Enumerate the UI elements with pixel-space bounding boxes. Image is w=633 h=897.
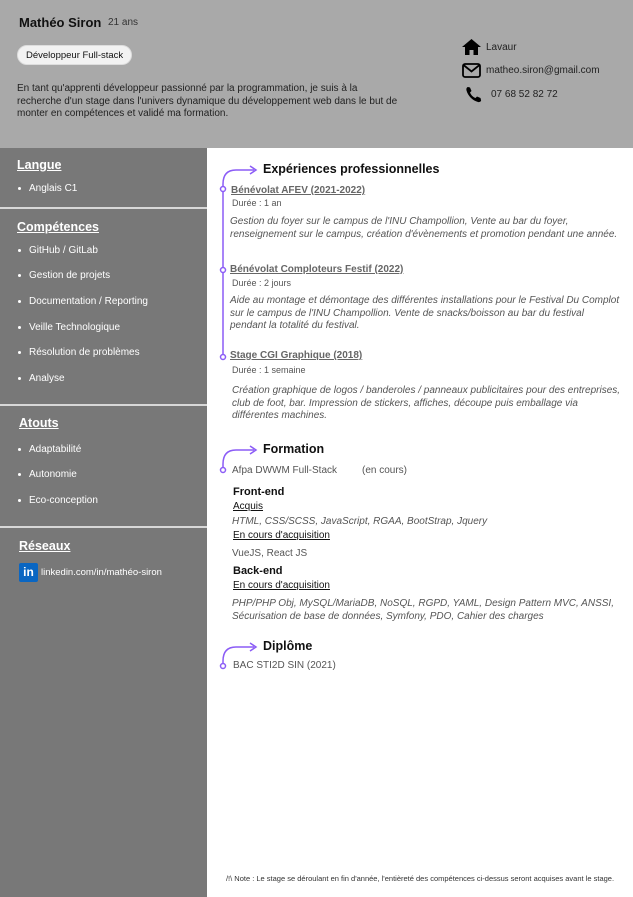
divider bbox=[0, 526, 207, 528]
langue-item: Anglais C1 bbox=[18, 183, 77, 194]
divider bbox=[0, 207, 207, 209]
backend-en-cours-label: En cours d'acquisition bbox=[233, 580, 330, 591]
bullet bbox=[18, 249, 21, 252]
bullet bbox=[18, 274, 21, 277]
bullet bbox=[18, 326, 21, 329]
langue-item-label: Anglais C1 bbox=[29, 183, 78, 194]
header: Mathéo Siron 21 ans Développeur Full-sta… bbox=[0, 0, 633, 148]
frontend-title: Front-end bbox=[233, 486, 285, 498]
bullet bbox=[18, 377, 21, 380]
linkedin-icon: in bbox=[19, 563, 38, 582]
home-icon bbox=[462, 39, 481, 55]
competence-item: Gestion de projets bbox=[18, 270, 110, 281]
mail-icon bbox=[462, 63, 481, 78]
formation-status: (en cours) bbox=[362, 465, 408, 476]
diplome-item: BAC STI2D SIN (2021) bbox=[233, 660, 336, 671]
backend-en-cours-list: PHP/PHP Obj, MySQL/MariaDB, NoSQL, RGPD,… bbox=[232, 598, 614, 622]
competence-item: Résolution de problèmes bbox=[18, 347, 140, 358]
frontend-acquis-label: Acquis bbox=[233, 501, 264, 512]
experience-title: Bénévolat AFEV (2021-2022) bbox=[231, 185, 366, 196]
email-text[interactable]: matheo.siron@gmail.com bbox=[486, 65, 600, 76]
competence-item-label: Gestion de projets bbox=[29, 270, 111, 281]
reseaux-title: Réseaux bbox=[19, 539, 71, 553]
experience-duration: Durée : 1 semaine bbox=[232, 365, 306, 375]
competences-title: Compétences bbox=[17, 220, 99, 234]
bullet bbox=[18, 473, 21, 476]
divider bbox=[0, 404, 207, 406]
phone-icon bbox=[466, 87, 482, 103]
candidate-age: 21 ans bbox=[108, 17, 139, 28]
atout-item: Autonomie bbox=[18, 469, 77, 480]
frontend-en-cours-list: VueJS, React JS bbox=[232, 548, 308, 559]
contact-city: Lavaur bbox=[462, 39, 517, 55]
competence-item: Veille Technologique bbox=[18, 322, 120, 333]
bullet bbox=[18, 187, 21, 190]
atouts-title: Atouts bbox=[19, 416, 59, 430]
atout-item-label: Autonomie bbox=[29, 469, 77, 480]
linkedin-link[interactable]: in linkedin.com/in/mathéo-siron bbox=[19, 563, 162, 582]
contact-email[interactable]: matheo.siron@gmail.com bbox=[462, 63, 600, 78]
competence-item-label: Analyse bbox=[29, 373, 65, 384]
experience-title: Stage CGI Graphique (2018) bbox=[230, 350, 363, 361]
atout-item-label: Eco-conception bbox=[29, 495, 98, 506]
atout-item: Adaptabilité bbox=[18, 444, 81, 455]
competence-item: GitHub / GitLab bbox=[18, 245, 98, 256]
experience-description: Création graphique de logos / banderoles… bbox=[232, 385, 621, 421]
bullet bbox=[18, 448, 21, 451]
phone-text[interactable]: 07 68 52 82 72 bbox=[491, 89, 558, 100]
experience-title: Bénévolat Comploteurs Festif (2022) bbox=[230, 264, 404, 275]
diplome-title: Diplôme bbox=[263, 639, 313, 653]
frontend-acquis-list: HTML, CSS/SCSS, JavaScript, RGAA, BootSt… bbox=[232, 516, 488, 527]
formation-school: Afpa DWWM Full-Stack bbox=[232, 465, 338, 476]
langue-title: Langue bbox=[17, 158, 62, 172]
competence-item-label: Résolution de problèmes bbox=[29, 347, 140, 358]
sidebar: Langue Anglais C1 Compétences GitHub / G… bbox=[0, 148, 207, 897]
intro-text: En tant qu'apprenti développeur passionn… bbox=[17, 83, 398, 119]
competence-item-label: Documentation / Reporting bbox=[29, 296, 148, 307]
frontend-en-cours-label: En cours d'acquisition bbox=[233, 530, 330, 541]
experience-description: Aide au montage et démontage des différe… bbox=[230, 295, 620, 331]
bullet bbox=[18, 300, 21, 303]
footer-note: /!\ Note : Le stage se déroulant en fin … bbox=[225, 874, 615, 883]
linkedin-url[interactable]: linkedin.com/in/mathéo-siron bbox=[41, 567, 162, 578]
candidate-name: Mathéo Siron bbox=[19, 15, 102, 30]
experience-duration: Durée : 1 an bbox=[232, 198, 282, 208]
formation-title: Formation bbox=[263, 442, 325, 456]
backend-title: Back-end bbox=[233, 565, 283, 577]
bullet bbox=[18, 351, 21, 354]
job-title-badge: Développeur Full-stack bbox=[17, 45, 133, 65]
experience-duration: Durée : 2 jours bbox=[232, 278, 292, 288]
atout-item-label: Adaptabilité bbox=[29, 444, 82, 455]
atout-item: Eco-conception bbox=[18, 495, 98, 506]
competence-item-label: GitHub / GitLab bbox=[29, 245, 98, 256]
contact-phone[interactable]: 07 68 52 82 72 bbox=[462, 86, 558, 103]
experiences-title: Expériences professionnelles bbox=[263, 162, 440, 176]
competence-item: Documentation / Reporting bbox=[18, 296, 148, 307]
bullet bbox=[18, 499, 21, 502]
city-text: Lavaur bbox=[486, 41, 517, 53]
competence-item-label: Veille Technologique bbox=[29, 322, 121, 333]
competence-item: Analyse bbox=[18, 373, 65, 384]
experience-description: Gestion du foyer sur le campus de l'INU … bbox=[230, 216, 618, 240]
